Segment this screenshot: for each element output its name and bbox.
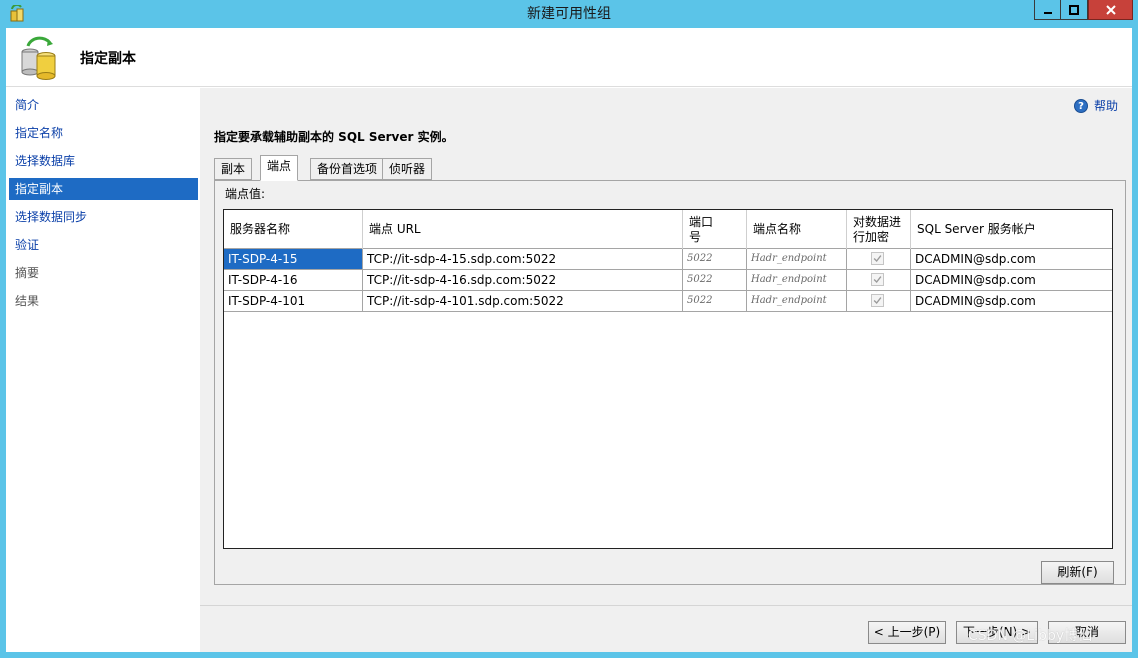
help-icon: ?: [1073, 98, 1088, 113]
checkbox-checked-icon[interactable]: [871, 273, 884, 286]
tab-endpoints[interactable]: 端点: [260, 155, 299, 181]
cell-encrypt: [847, 270, 911, 290]
wizard-header: 指定副本: [6, 28, 1132, 87]
close-icon: [1105, 4, 1116, 15]
sidebar-item-intro[interactable]: 简介: [9, 94, 198, 116]
sidebar-item-specify-replicas[interactable]: 指定副本: [9, 178, 198, 200]
cell-encrypt: [847, 291, 911, 311]
checkbox-checked-icon[interactable]: [871, 294, 884, 307]
sidebar-item-select-databases[interactable]: 选择数据库: [9, 150, 198, 172]
sidebar: 简介 指定名称 选择数据库 指定副本 选择数据同步 验证 摘要 结果: [6, 88, 200, 652]
table-row[interactable]: IT-SDP-4-15 TCP://it-sdp-4-15.sdp.com:50…: [224, 249, 1112, 270]
watermark: CSDN @Libby博仙: [968, 628, 1093, 644]
wizard-window: 指定副本 简介 指定名称 选择数据库 指定副本 选择数据同步 验证 摘要 结果 …: [6, 28, 1132, 652]
help-link[interactable]: ? 帮助: [1073, 97, 1118, 114]
endpoints-panel: 端点值: 服务器名称 端点 URL 端口 号 端点名称 对数据进 行加密 SQL…: [214, 180, 1126, 585]
cell-endpoint-url[interactable]: TCP://it-sdp-4-15.sdp.com:5022: [363, 249, 683, 269]
cell-service-account[interactable]: DCADMIN@sdp.com: [911, 249, 1112, 269]
cell-port[interactable]: 5022: [683, 249, 747, 269]
maximize-icon: [1069, 4, 1079, 15]
table-row[interactable]: IT-SDP-4-101 TCP://it-sdp-4-101.sdp.com:…: [224, 291, 1112, 312]
help-label: 帮助: [1093, 99, 1118, 113]
sidebar-item-validation[interactable]: 验证: [9, 234, 198, 256]
tab-listener[interactable]: 侦听器: [382, 158, 433, 180]
title-bar: 新建可用性组: [0, 0, 1138, 28]
main-content: ? 帮助 指定要承载辅助副本的 SQL Server 实例。 副本 端点 备份首…: [200, 88, 1132, 605]
tab-replicas[interactable]: 副本: [214, 158, 253, 180]
cell-port[interactable]: 5022: [683, 270, 747, 290]
sidebar-item-summary: 摘要: [15, 266, 40, 280]
minimize-button[interactable]: [1034, 0, 1061, 20]
cell-server-name[interactable]: IT-SDP-4-16: [224, 270, 363, 290]
cell-endpoint-name[interactable]: Hadr_endpoint: [747, 249, 847, 269]
page-title: 指定副本: [80, 51, 136, 67]
sidebar-item-results: 结果: [15, 294, 40, 308]
previous-button[interactable]: < 上一步(P): [868, 621, 946, 644]
instruction-text: 指定要承载辅助副本的 SQL Server 实例。: [214, 130, 454, 144]
column-header-encrypt[interactable]: 对数据进 行加密: [847, 210, 911, 249]
cell-endpoint-url[interactable]: TCP://it-sdp-4-16.sdp.com:5022: [363, 270, 683, 290]
minimize-icon: [1043, 11, 1052, 14]
close-button[interactable]: [1088, 0, 1133, 20]
tab-backup-preferences[interactable]: 备份首选项: [310, 158, 385, 180]
cell-server-name[interactable]: IT-SDP-4-101: [224, 291, 363, 311]
endpoint-values-label: 端点值:: [225, 187, 266, 201]
cell-service-account[interactable]: DCADMIN@sdp.com: [911, 291, 1112, 311]
sidebar-item-specify-name[interactable]: 指定名称: [9, 122, 198, 144]
cell-endpoint-url[interactable]: TCP://it-sdp-4-101.sdp.com:5022: [363, 291, 683, 311]
cell-endpoint-name[interactable]: Hadr_endpoint: [747, 270, 847, 290]
endpoints-grid[interactable]: 服务器名称 端点 URL 端口 号 端点名称 对数据进 行加密 SQL Serv…: [223, 209, 1113, 549]
cell-endpoint-name[interactable]: Hadr_endpoint: [747, 291, 847, 311]
database-refresh-icon: [21, 36, 56, 80]
cell-service-account[interactable]: DCADMIN@sdp.com: [911, 270, 1112, 290]
column-header-endpoint-name[interactable]: 端点名称: [747, 210, 847, 249]
table-row[interactable]: IT-SDP-4-16 TCP://it-sdp-4-16.sdp.com:50…: [224, 270, 1112, 291]
column-header-endpoint-url[interactable]: 端点 URL: [363, 210, 683, 249]
column-header-service-account[interactable]: SQL Server 服务帐户: [911, 210, 1112, 249]
cell-server-name[interactable]: IT-SDP-4-15: [224, 249, 363, 269]
checkbox-checked-icon[interactable]: [871, 252, 884, 265]
column-header-port[interactable]: 端口 号: [683, 210, 747, 249]
column-header-server-name[interactable]: 服务器名称: [224, 210, 363, 249]
grid-header: 服务器名称 端点 URL 端口 号 端点名称 对数据进 行加密 SQL Serv…: [224, 210, 1112, 249]
window-title: 新建可用性组: [527, 6, 611, 22]
refresh-button[interactable]: 刷新(F): [1041, 561, 1114, 584]
cell-encrypt: [847, 249, 911, 269]
sidebar-item-data-sync[interactable]: 选择数据同步: [9, 206, 198, 228]
cell-port[interactable]: 5022: [683, 291, 747, 311]
maximize-button[interactable]: [1061, 0, 1088, 20]
